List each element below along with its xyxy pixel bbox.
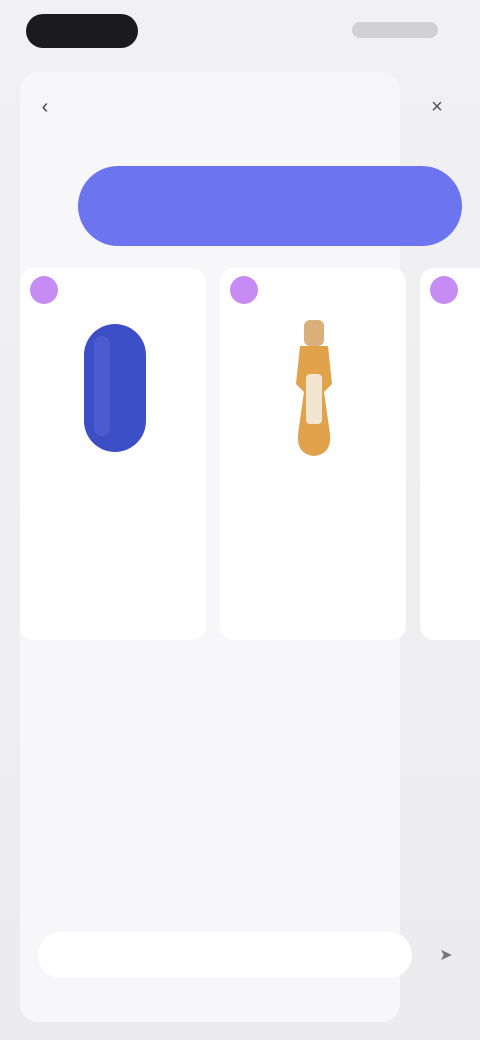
product-image <box>84 324 146 452</box>
product-card[interactable] <box>420 268 480 640</box>
panel-header: ‹ × <box>20 88 460 128</box>
back-arrow-icon[interactable]: ‹ <box>34 96 56 118</box>
dynamic-island <box>26 14 138 48</box>
close-icon[interactable]: × <box>424 94 450 120</box>
product-carousel[interactable] <box>20 268 480 648</box>
status-bar <box>0 0 480 60</box>
product-badge <box>430 276 458 304</box>
product-card[interactable] <box>20 268 206 640</box>
product-badge <box>230 276 258 304</box>
chat-input[interactable] <box>54 944 378 968</box>
primary-cta-button[interactable] <box>78 166 462 246</box>
product-card[interactable] <box>220 268 406 640</box>
assistant-panel: ‹ × ➤ <box>20 72 480 1022</box>
send-icon[interactable]: ➤ <box>426 936 466 976</box>
status-icons <box>352 22 438 38</box>
chat-input-bar[interactable] <box>38 932 412 978</box>
product-badge <box>30 276 58 304</box>
product-image <box>296 320 332 456</box>
app-screen: ‹ × ➤ <box>0 0 480 1040</box>
